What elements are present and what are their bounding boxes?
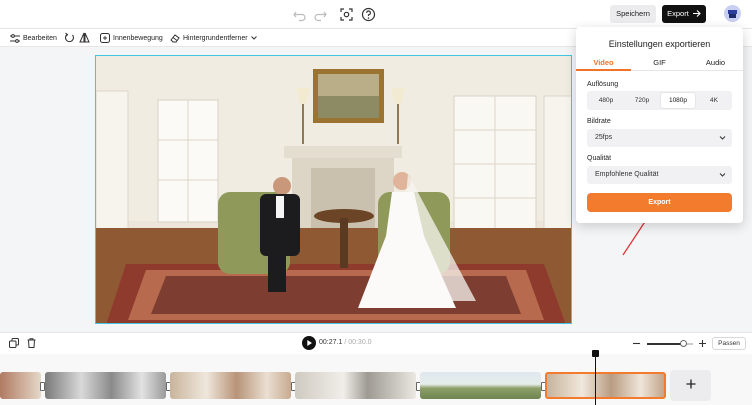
motion-tool[interactable]: Innenbewegung: [100, 32, 163, 44]
save-button[interactable]: Speichern: [610, 5, 656, 23]
chevron-down-icon: [719, 173, 726, 177]
wedding-scene-image: [96, 56, 571, 323]
chevron-down-icon: [719, 136, 726, 140]
edit-label: Bearbeiten: [23, 34, 57, 42]
quality-value: Empfohlene Qualität: [595, 171, 659, 178]
panel-title: Einstellungen exportieren: [608, 39, 711, 49]
framerate-select[interactable]: 25fps: [587, 129, 732, 147]
fit-button[interactable]: Passen: [712, 337, 746, 350]
resolution-4k[interactable]: 4K: [697, 93, 731, 108]
add-clip-button[interactable]: [670, 370, 711, 401]
timeline-clip[interactable]: [0, 372, 41, 399]
screenshot-icon[interactable]: [339, 7, 354, 22]
motion-label: Innenbewegung: [113, 34, 163, 42]
arrow-right-icon: [692, 10, 701, 17]
tab-gif[interactable]: GIF: [632, 58, 687, 67]
export-settings-panel: Einstellungen exportieren Video GIF Audi…: [576, 27, 743, 223]
export-button[interactable]: Export: [587, 193, 732, 212]
timeline-clip[interactable]: [170, 372, 291, 399]
timeline-clip-selected[interactable]: [545, 372, 666, 399]
bg-remover-label: Hintergrundentferner: [183, 34, 248, 42]
zoom-slider-fill: [647, 343, 684, 345]
resolution-480p[interactable]: 480p: [589, 93, 623, 108]
zoom-out-icon[interactable]: [632, 339, 641, 348]
motion-icon: [100, 33, 110, 43]
plus-icon: [686, 379, 695, 389]
export-label: Export: [667, 9, 689, 18]
zoom-slider[interactable]: [647, 340, 693, 347]
duplicate-icon[interactable]: [9, 338, 19, 348]
total-duration: / 00:30.0: [344, 339, 372, 346]
help-icon[interactable]: [361, 7, 376, 22]
background-remover-tool[interactable]: Hintergrundentferner: [170, 32, 257, 44]
resolution-1080p[interactable]: 1080p: [661, 93, 695, 108]
playback-time: 00:27.1 / 00:30.0: [319, 339, 372, 346]
resolution-label: Auflösung: [587, 81, 619, 88]
playhead[interactable]: [595, 354, 596, 405]
flip-icon[interactable]: [79, 32, 90, 43]
resolution-selector: 480p 720p 1080p 4K: [587, 91, 732, 110]
current-time: 00:27.1: [319, 339, 343, 346]
timeline: [0, 350, 752, 405]
export-button-top[interactable]: Export: [662, 5, 706, 23]
active-tab-indicator: [576, 69, 631, 71]
rotate-icon[interactable]: [64, 32, 75, 43]
eraser-icon: [170, 34, 180, 43]
timeline-clip[interactable]: [420, 372, 541, 399]
undo-icon[interactable]: [292, 7, 307, 22]
user-avatar-icon: [724, 5, 741, 22]
zoom-slider-thumb[interactable]: [680, 340, 688, 347]
tab-video[interactable]: Video: [576, 58, 631, 67]
framerate-value: 25fps: [595, 134, 613, 141]
play-button[interactable]: [302, 336, 316, 350]
top-bar: Speichern Export: [0, 0, 752, 29]
trash-icon[interactable]: [27, 338, 36, 348]
playback-bar: 00:27.1 / 00:30.0 Passen: [0, 332, 752, 354]
video-preview[interactable]: [95, 55, 572, 324]
timeline-clip[interactable]: [45, 372, 166, 399]
edit-tool[interactable]: Bearbeiten: [10, 32, 57, 44]
quality-label: Qualität: [587, 155, 612, 162]
sliders-icon: [10, 33, 20, 43]
redo-icon[interactable]: [313, 7, 328, 22]
tab-audio[interactable]: Audio: [688, 58, 743, 67]
resolution-720p[interactable]: 720p: [625, 93, 659, 108]
zoom-in-icon[interactable]: [698, 339, 707, 348]
export-format-tabs: Video GIF Audio: [576, 56, 743, 71]
chevron-down-icon: [250, 36, 257, 40]
playhead-handle[interactable]: [592, 350, 599, 357]
avatar[interactable]: [724, 5, 741, 22]
framerate-label: Bildrate: [587, 118, 611, 125]
timeline-clip[interactable]: [295, 372, 416, 399]
quality-select[interactable]: Empfohlene Qualität: [587, 166, 732, 184]
